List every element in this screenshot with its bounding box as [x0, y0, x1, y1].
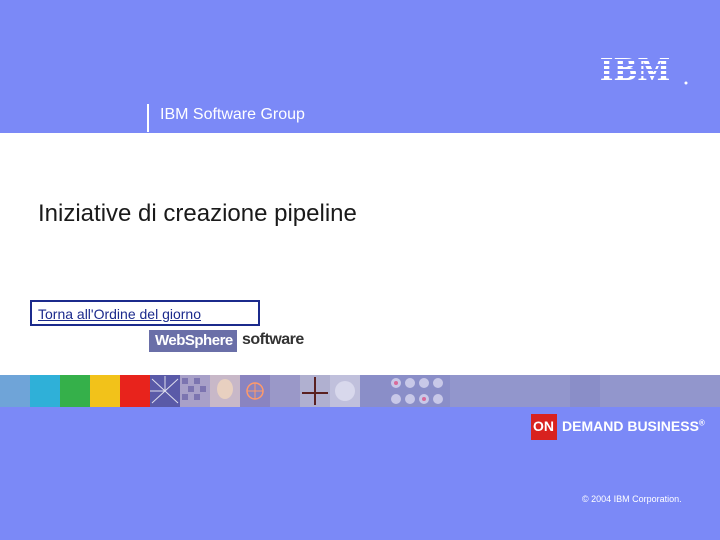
on-label: ON — [533, 418, 554, 434]
on-badge: ON — [531, 414, 557, 440]
decorative-image-strip — [0, 375, 720, 407]
header-divider — [147, 104, 149, 132]
websphere-label: WebSphere — [155, 332, 233, 349]
ibm-logo-icon: IBM — [600, 51, 690, 88]
agenda-link-label[interactable]: Torna all'Ordine del giorno — [38, 306, 201, 322]
agenda-link[interactable]: Torna all'Ordine del giorno — [30, 300, 260, 326]
copyright-text: © 2004 IBM Corporation. — [582, 494, 682, 504]
content-area — [0, 133, 720, 375]
group-label: IBM Software Group — [160, 106, 305, 123]
page-title: Iniziative di creazione pipeline — [38, 200, 357, 227]
demand-business-label: DEMAND BUSINESS® — [562, 418, 705, 434]
software-label: software — [242, 331, 304, 348]
websphere-logo: WebSphere — [149, 330, 237, 352]
